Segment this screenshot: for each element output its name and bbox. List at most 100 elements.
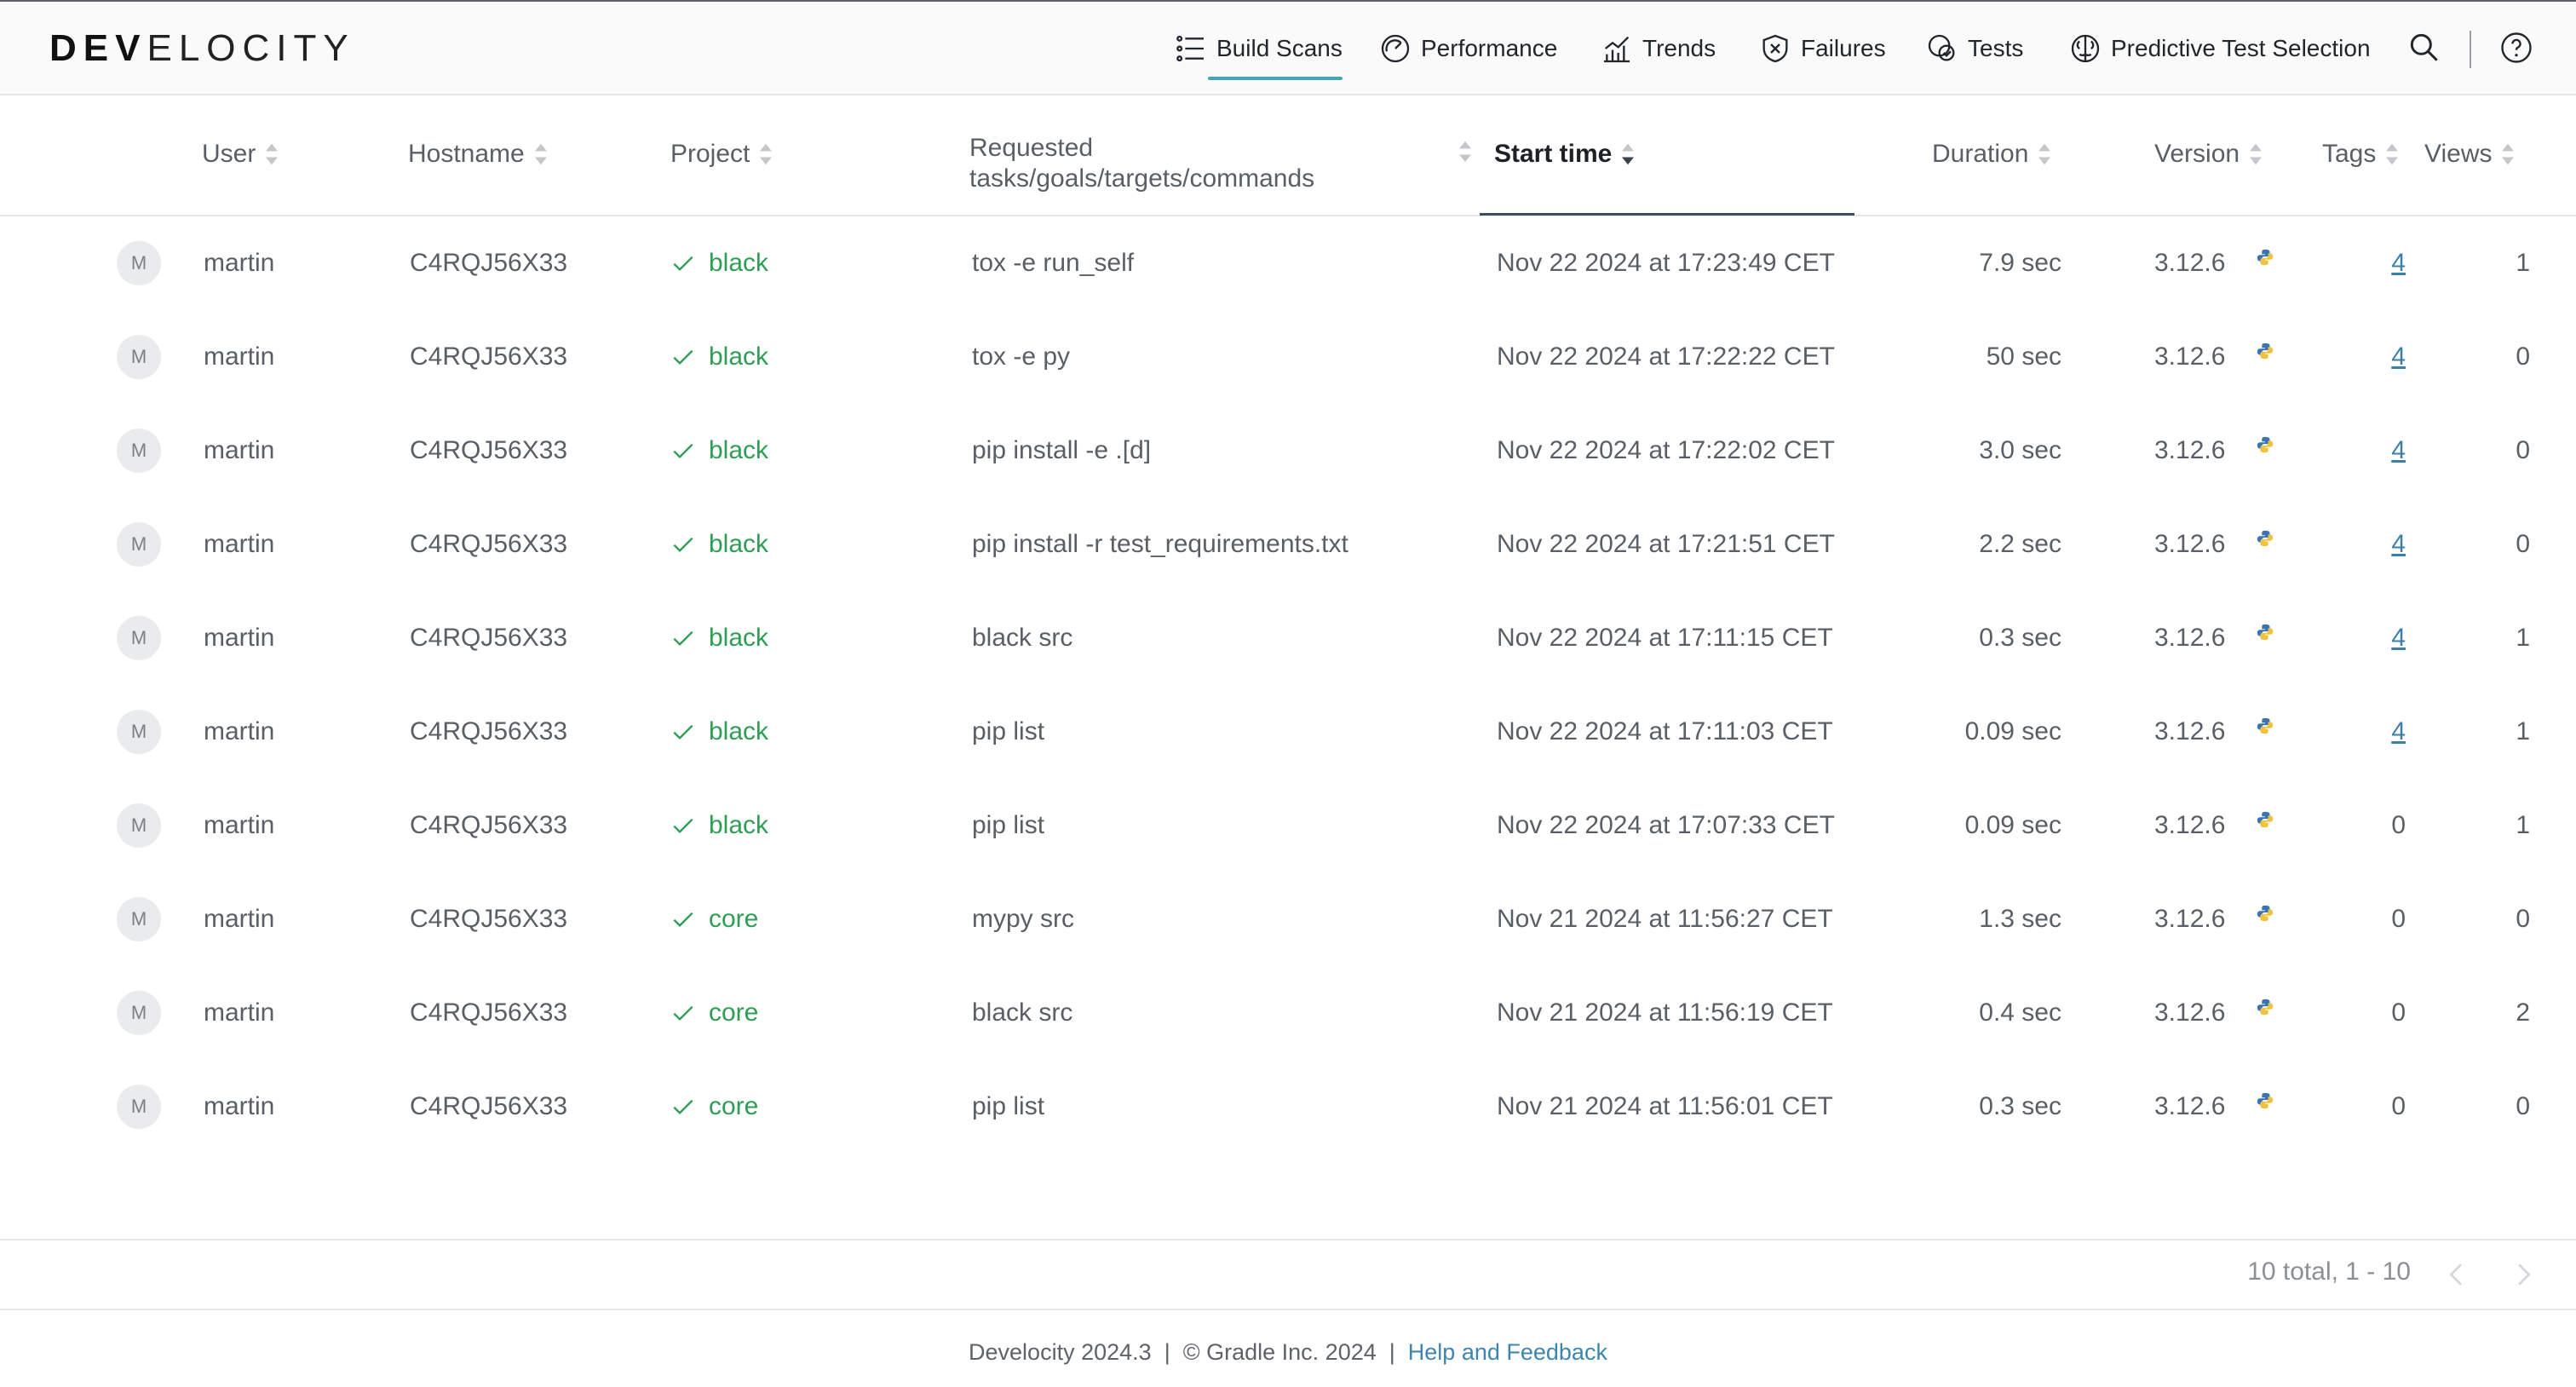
version-number: 3.12.6 xyxy=(2154,811,2226,839)
table-row[interactable]: M martin C4RQJ56X33 black pip install -r… xyxy=(0,498,2576,591)
active-sort-underline xyxy=(1480,213,1854,216)
project-cell[interactable]: black xyxy=(670,216,768,310)
sort-icon xyxy=(2038,143,2051,165)
chevron-right-icon[interactable] xyxy=(2506,1258,2540,1292)
requested-command[interactable]: pip list xyxy=(972,685,1044,779)
start-time[interactable]: Nov 22 2024 at 17:11:03 CET xyxy=(1497,685,1833,779)
column-header-requested[interactable]: Requested tasks/goals/targets/commands xyxy=(969,133,1314,194)
table-row[interactable]: M martin C4RQJ56X33 black tox -e py Nov … xyxy=(0,310,2576,404)
start-time[interactable]: Nov 21 2024 at 11:56:01 CET xyxy=(1497,1060,1833,1154)
requested-command[interactable]: tox -e run_self xyxy=(972,216,1134,310)
tags-count[interactable]: 0 xyxy=(2377,779,2406,872)
requested-command[interactable]: pip install -r test_requirements.txt xyxy=(972,498,1348,591)
tags-count[interactable]: 4 xyxy=(2377,685,2406,779)
project-cell[interactable]: core xyxy=(670,1060,758,1154)
project-cell[interactable]: black xyxy=(670,591,768,685)
column-header-user[interactable]: User xyxy=(202,140,279,169)
project-cell[interactable]: black xyxy=(670,498,768,591)
check-icon xyxy=(673,1099,693,1115)
requested-command[interactable]: pip install -e .[d] xyxy=(972,404,1151,498)
requested-command[interactable]: black src xyxy=(972,966,1072,1060)
project-cell[interactable]: black xyxy=(670,404,768,498)
table-row[interactable]: M martin C4RQJ56X33 black black src Nov … xyxy=(0,591,2576,685)
column-header-tags[interactable]: Tags xyxy=(2322,140,2400,169)
check-icon xyxy=(673,349,693,365)
hostname: C4RQJ56X33 xyxy=(410,811,568,839)
hostname: C4RQJ56X33 xyxy=(410,249,568,277)
check-icon xyxy=(673,256,693,272)
table-row[interactable]: M martin C4RQJ56X33 black pip install -e… xyxy=(0,404,2576,498)
user-name: martin xyxy=(204,999,275,1027)
requested-command[interactable]: tox -e py xyxy=(972,310,1070,404)
tags-count[interactable]: 0 xyxy=(2377,872,2406,966)
start-time[interactable]: Nov 22 2024 at 17:11:15 CET xyxy=(1497,591,1833,685)
table-row[interactable]: M martin C4RQJ56X33 black pip list Nov 2… xyxy=(0,685,2576,779)
tags-value: 4 xyxy=(2391,624,2406,652)
column-header-start-time[interactable]: Start time xyxy=(1494,140,1636,169)
project-cell[interactable]: black xyxy=(670,779,768,872)
start-time[interactable]: Nov 22 2024 at 17:23:49 CET xyxy=(1497,216,1835,310)
start-time[interactable]: Nov 22 2024 at 17:22:22 CET xyxy=(1497,310,1835,404)
column-header-duration[interactable]: Duration xyxy=(1932,140,2052,169)
requested-command[interactable]: mypy src xyxy=(972,872,1074,966)
check-icon xyxy=(673,537,693,553)
table-row[interactable]: M martin C4RQJ56X33 core pip list Nov 21… xyxy=(0,1060,2576,1154)
help-icon[interactable] xyxy=(2498,29,2535,66)
project-cell[interactable]: core xyxy=(670,966,758,1060)
column-header-views[interactable]: Views xyxy=(2424,140,2516,169)
nav-tests[interactable]: Tests xyxy=(1925,2,2023,95)
python-icon xyxy=(2257,342,2274,360)
tags-count[interactable]: 4 xyxy=(2377,591,2406,685)
tags-count[interactable]: 4 xyxy=(2377,216,2406,310)
nav-trends[interactable]: Trends xyxy=(1600,2,1716,95)
column-label: Tags xyxy=(2322,140,2377,168)
nav-performance[interactable]: Performance xyxy=(1378,2,1557,95)
search-icon[interactable] xyxy=(2406,29,2443,66)
requested-command[interactable]: black src xyxy=(972,591,1072,685)
version-cell: 3.12.6 xyxy=(2154,498,2274,591)
version-cell: 3.12.6 xyxy=(2154,685,2274,779)
chevron-left-icon[interactable] xyxy=(2440,1258,2474,1292)
tags-count[interactable]: 4 xyxy=(2377,404,2406,498)
version-cell: 3.12.6 xyxy=(2154,872,2274,966)
table-row[interactable]: M martin C4RQJ56X33 black tox -e run_sel… xyxy=(0,216,2576,310)
table-row[interactable]: M martin C4RQJ56X33 core black src Nov 2… xyxy=(0,966,2576,1060)
requested-command[interactable]: pip list xyxy=(972,779,1044,872)
table-header: User Hostname Project Requested tasks/go… xyxy=(0,97,2576,216)
nav-predictive-test-selection[interactable]: Predictive Test Selection xyxy=(2068,2,2371,95)
help-feedback-link[interactable]: Help and Feedback xyxy=(1408,1339,1607,1365)
views-count: 0 xyxy=(2516,436,2530,464)
start-time[interactable]: Nov 22 2024 at 17:07:33 CET xyxy=(1497,779,1835,872)
develocity-logo[interactable]: DEVELOCITY xyxy=(49,27,355,70)
tags-count[interactable]: 0 xyxy=(2377,1060,2406,1154)
project-cell[interactable]: core xyxy=(670,872,758,966)
table-row[interactable]: M martin C4RQJ56X33 core mypy src Nov 21… xyxy=(0,872,2576,966)
nav-failures[interactable]: Failures xyxy=(1758,2,1886,95)
column-header-hostname[interactable]: Hostname xyxy=(408,140,549,169)
tags-value: 4 xyxy=(2391,249,2406,277)
nav-build-scans[interactable]: Build Scans xyxy=(1174,2,1343,95)
start-time[interactable]: Nov 22 2024 at 17:22:02 CET xyxy=(1497,404,1835,498)
project-name: black xyxy=(709,717,769,745)
duration: 0.4 sec xyxy=(1979,999,2061,1027)
tags-count[interactable]: 4 xyxy=(2377,498,2406,591)
nav-label: Predictive Test Selection xyxy=(2111,35,2371,61)
project-cell[interactable]: black xyxy=(670,685,768,779)
tags-count[interactable]: 4 xyxy=(2377,310,2406,404)
project-name: black xyxy=(709,624,769,652)
table-row[interactable]: M martin C4RQJ56X33 black pip list Nov 2… xyxy=(0,779,2576,872)
tags-value: 0 xyxy=(2391,811,2406,839)
start-time[interactable]: Nov 21 2024 at 11:56:19 CET xyxy=(1497,966,1833,1060)
footer-version: Develocity 2024.3 xyxy=(969,1339,1152,1365)
column-header-project[interactable]: Project xyxy=(670,140,773,169)
tags-count[interactable]: 0 xyxy=(2377,966,2406,1060)
requested-command[interactable]: pip list xyxy=(972,1060,1044,1154)
sort-icon[interactable] xyxy=(1458,140,1473,164)
avatar: M xyxy=(117,710,161,754)
avatar: M xyxy=(117,429,161,473)
start-time[interactable]: Nov 21 2024 at 11:56:27 CET xyxy=(1497,872,1833,966)
project-cell[interactable]: black xyxy=(670,310,768,404)
gauge-icon xyxy=(1381,34,1410,63)
start-time[interactable]: Nov 22 2024 at 17:21:51 CET xyxy=(1497,498,1835,591)
column-header-version[interactable]: Version xyxy=(2154,140,2263,169)
